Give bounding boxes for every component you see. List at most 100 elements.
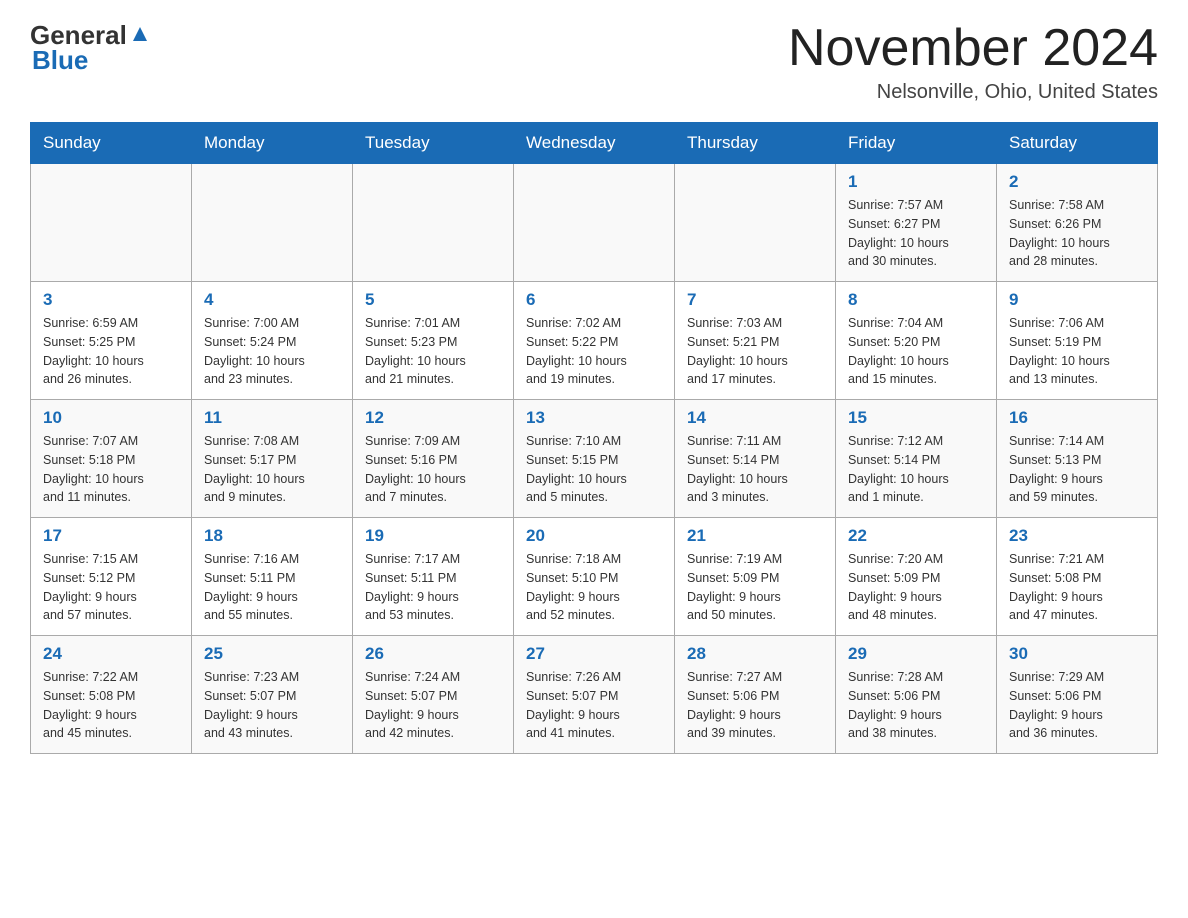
day-number: 22: [848, 526, 986, 546]
weekday-header-tuesday: Tuesday: [353, 123, 514, 164]
logo: General Blue: [30, 20, 151, 76]
weekday-header-saturday: Saturday: [997, 123, 1158, 164]
weekday-header-sunday: Sunday: [31, 123, 192, 164]
calendar-cell: 26 Sunrise: 7:24 AM Sunset: 5:07 PM Dayli…: [353, 636, 514, 754]
day-number: 29: [848, 644, 986, 664]
day-info: Sunrise: 7:57 AM Sunset: 6:27 PM Dayligh…: [848, 196, 986, 271]
calendar-cell: 23Sunrise: 7:21 AM Sunset: 5:08 PM Dayli…: [997, 518, 1158, 636]
day-number: 5: [365, 290, 503, 310]
day-info: Sunrise: 7:58 AM Sunset: 6:26 PM Dayligh…: [1009, 196, 1147, 271]
day-info: Sunrise: 7:23 AM Sunset: 5:07 PM Dayligh…: [204, 668, 342, 743]
calendar-cell: [353, 164, 514, 282]
day-info: Sunrise: 7:08 AM Sunset: 5:17 PM Dayligh…: [204, 432, 342, 507]
day-number: 8: [848, 290, 986, 310]
calendar-cell: 13 Sunrise: 7:10 AM Sunset: 5:15 PM Dayli…: [514, 400, 675, 518]
calendar-week-1: 1 Sunrise: 7:57 AM Sunset: 6:27 PM Daylig…: [31, 164, 1158, 282]
title-block: November 2024 Nelsonville, Ohio, United …: [788, 20, 1158, 104]
day-number: 26: [365, 644, 503, 664]
day-info: Sunrise: 7:17 AM Sunset: 5:11 PM Dayligh…: [365, 550, 503, 625]
day-info: Sunrise: 7:03 AM Sunset: 5:21 PM Dayligh…: [687, 314, 825, 389]
calendar-cell: 10 Sunrise: 7:07 AM Sunset: 5:18 PM Dayli…: [31, 400, 192, 518]
calendar-cell: 27 Sunrise: 7:26 AM Sunset: 5:07 PM Dayli…: [514, 636, 675, 754]
day-info: Sunrise: 6:59 AM Sunset: 5:25 PM Dayligh…: [43, 314, 181, 389]
day-number: 18: [204, 526, 342, 546]
day-number: 16: [1009, 408, 1147, 428]
day-info: Sunrise: 7:16 AM Sunset: 5:11 PM Dayligh…: [204, 550, 342, 625]
day-info: Sunrise: 7:24 AM Sunset: 5:07 PM Dayligh…: [365, 668, 503, 743]
calendar-cell: 22 Sunrise: 7:20 AM Sunset: 5:09 PM Dayli…: [836, 518, 997, 636]
calendar-cell: 14 Sunrise: 7:11 AM Sunset: 5:14 PM Dayli…: [675, 400, 836, 518]
day-info: Sunrise: 7:09 AM Sunset: 5:16 PM Dayligh…: [365, 432, 503, 507]
calendar-cell: 8 Sunrise: 7:04 AM Sunset: 5:20 PM Daylig…: [836, 282, 997, 400]
calendar-cell: 19Sunrise: 7:17 AM Sunset: 5:11 PM Dayli…: [353, 518, 514, 636]
day-info: Sunrise: 7:02 AM Sunset: 5:22 PM Dayligh…: [526, 314, 664, 389]
logo-blue-text: Blue: [32, 45, 88, 76]
month-title: November 2024: [788, 20, 1158, 77]
calendar-cell: 6Sunrise: 7:02 AM Sunset: 5:22 PM Daylig…: [514, 282, 675, 400]
day-number: 2: [1009, 172, 1147, 192]
day-number: 13: [526, 408, 664, 428]
day-info: Sunrise: 7:26 AM Sunset: 5:07 PM Dayligh…: [526, 668, 664, 743]
day-number: 27: [526, 644, 664, 664]
calendar-week-5: 24Sunrise: 7:22 AM Sunset: 5:08 PM Dayli…: [31, 636, 1158, 754]
day-number: 23: [1009, 526, 1147, 546]
day-number: 25: [204, 644, 342, 664]
page-header: General Blue November 2024 Nelsonville, …: [30, 20, 1158, 104]
day-info: Sunrise: 7:29 AM Sunset: 5:06 PM Dayligh…: [1009, 668, 1147, 743]
day-info: Sunrise: 7:28 AM Sunset: 5:06 PM Dayligh…: [848, 668, 986, 743]
calendar-cell: 12 Sunrise: 7:09 AM Sunset: 5:16 PM Dayli…: [353, 400, 514, 518]
calendar-cell: 20 Sunrise: 7:18 AM Sunset: 5:10 PM Dayli…: [514, 518, 675, 636]
calendar-cell: 18 Sunrise: 7:16 AM Sunset: 5:11 PM Dayli…: [192, 518, 353, 636]
calendar-cell: 21Sunrise: 7:19 AM Sunset: 5:09 PM Dayli…: [675, 518, 836, 636]
calendar-cell: 11 Sunrise: 7:08 AM Sunset: 5:17 PM Dayli…: [192, 400, 353, 518]
calendar-cell: 2 Sunrise: 7:58 AM Sunset: 6:26 PM Daylig…: [997, 164, 1158, 282]
day-info: Sunrise: 7:18 AM Sunset: 5:10 PM Dayligh…: [526, 550, 664, 625]
weekday-header-row: SundayMondayTuesdayWednesdayThursdayFrid…: [31, 123, 1158, 164]
calendar-cell: 29 Sunrise: 7:28 AM Sunset: 5:06 PM Dayli…: [836, 636, 997, 754]
calendar-body: 1 Sunrise: 7:57 AM Sunset: 6:27 PM Daylig…: [31, 164, 1158, 754]
calendar-week-4: 17 Sunrise: 7:15 AM Sunset: 5:12 PM Dayli…: [31, 518, 1158, 636]
calendar-header: SundayMondayTuesdayWednesdayThursdayFrid…: [31, 123, 1158, 164]
day-info: Sunrise: 7:10 AM Sunset: 5:15 PM Dayligh…: [526, 432, 664, 507]
calendar-cell: 15Sunrise: 7:12 AM Sunset: 5:14 PM Dayli…: [836, 400, 997, 518]
day-number: 10: [43, 408, 181, 428]
weekday-header-wednesday: Wednesday: [514, 123, 675, 164]
calendar-cell: 9Sunrise: 7:06 AM Sunset: 5:19 PM Daylig…: [997, 282, 1158, 400]
day-number: 17: [43, 526, 181, 546]
calendar-cell: [514, 164, 675, 282]
location-label: Nelsonville, Ohio, United States: [788, 81, 1158, 104]
calendar-week-2: 3 Sunrise: 6:59 AM Sunset: 5:25 PM Daylig…: [31, 282, 1158, 400]
day-info: Sunrise: 7:27 AM Sunset: 5:06 PM Dayligh…: [687, 668, 825, 743]
weekday-header-friday: Friday: [836, 123, 997, 164]
calendar-cell: 5Sunrise: 7:01 AM Sunset: 5:23 PM Daylig…: [353, 282, 514, 400]
calendar-cell: 17 Sunrise: 7:15 AM Sunset: 5:12 PM Dayli…: [31, 518, 192, 636]
day-number: 4: [204, 290, 342, 310]
day-info: Sunrise: 7:04 AM Sunset: 5:20 PM Dayligh…: [848, 314, 986, 389]
day-number: 20: [526, 526, 664, 546]
day-number: 28: [687, 644, 825, 664]
day-number: 7: [687, 290, 825, 310]
day-number: 15: [848, 408, 986, 428]
calendar-cell: [192, 164, 353, 282]
calendar-table: SundayMondayTuesdayWednesdayThursdayFrid…: [30, 122, 1158, 754]
day-info: Sunrise: 7:00 AM Sunset: 5:24 PM Dayligh…: [204, 314, 342, 389]
calendar-cell: 16 Sunrise: 7:14 AM Sunset: 5:13 PM Dayli…: [997, 400, 1158, 518]
day-info: Sunrise: 7:07 AM Sunset: 5:18 PM Dayligh…: [43, 432, 181, 507]
calendar-cell: 3 Sunrise: 6:59 AM Sunset: 5:25 PM Daylig…: [31, 282, 192, 400]
calendar-week-3: 10 Sunrise: 7:07 AM Sunset: 5:18 PM Dayli…: [31, 400, 1158, 518]
calendar-cell: 28 Sunrise: 7:27 AM Sunset: 5:06 PM Dayli…: [675, 636, 836, 754]
day-info: Sunrise: 7:14 AM Sunset: 5:13 PM Dayligh…: [1009, 432, 1147, 507]
day-info: Sunrise: 7:19 AM Sunset: 5:09 PM Dayligh…: [687, 550, 825, 625]
day-number: 11: [204, 408, 342, 428]
day-info: Sunrise: 7:15 AM Sunset: 5:12 PM Dayligh…: [43, 550, 181, 625]
day-info: Sunrise: 7:11 AM Sunset: 5:14 PM Dayligh…: [687, 432, 825, 507]
day-number: 12: [365, 408, 503, 428]
day-number: 14: [687, 408, 825, 428]
day-info: Sunrise: 7:06 AM Sunset: 5:19 PM Dayligh…: [1009, 314, 1147, 389]
day-info: Sunrise: 7:20 AM Sunset: 5:09 PM Dayligh…: [848, 550, 986, 625]
day-number: 1: [848, 172, 986, 192]
weekday-header-thursday: Thursday: [675, 123, 836, 164]
calendar-cell: 1 Sunrise: 7:57 AM Sunset: 6:27 PM Daylig…: [836, 164, 997, 282]
day-number: 3: [43, 290, 181, 310]
logo-triangle-icon: [129, 23, 151, 45]
